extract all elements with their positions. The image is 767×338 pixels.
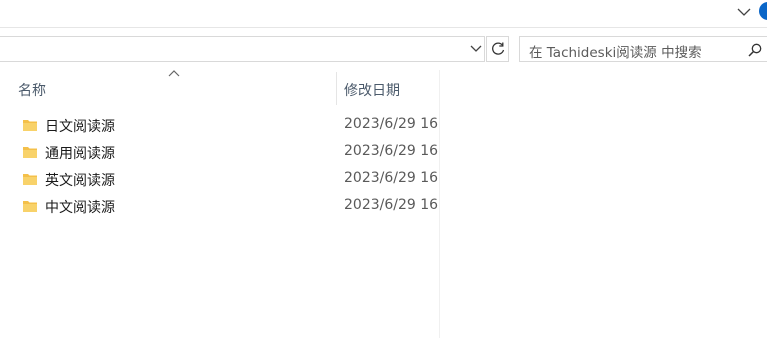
sort-ascending-icon [168,70,180,77]
list-item[interactable]: 英文阅读源 2023/6/29 16: [10,167,439,194]
folder-date-modified: 2023/6/29 16: [344,116,439,132]
folder-date-modified: 2023/6/29 16: [344,197,439,213]
refresh-icon [491,42,504,55]
folder-icon [23,201,37,212]
folder-name: 中文阅读源 [45,200,115,216]
folder-date-modified: 2023/6/29 16: [344,170,439,186]
refresh-button[interactable] [486,36,509,62]
column-header-name[interactable]: 名称 [18,80,46,100]
list-item[interactable]: 中文阅读源 2023/6/29 16: [10,194,439,221]
search-input[interactable]: 在 Tachideski阅读源 中搜索 [519,36,767,62]
folder-name: 日文阅读源 [45,119,115,135]
column-divider[interactable] [336,72,337,105]
search-icon[interactable] [747,42,763,58]
ribbon-strip [0,0,767,28]
list-item[interactable]: 日文阅读源 2023/6/29 16: [10,113,439,140]
folder-name: 英文阅读源 [45,173,115,189]
folder-name: 通用阅读源 [45,146,115,162]
folder-icon [23,147,37,158]
column-header-date-modified[interactable]: 修改日期 [344,80,400,100]
list-divider [439,70,440,338]
expand-ribbon-chevron-icon[interactable] [734,2,754,22]
folder-date-modified: 2023/6/29 16: [344,143,439,159]
folder-icon [23,120,37,131]
list-item[interactable]: 通用阅读源 2023/6/29 16: [10,140,439,167]
search-placeholder: 在 Tachideski阅读源 中搜索 [529,45,702,61]
address-dropdown-chevron-icon[interactable] [467,40,485,58]
folder-icon [23,174,37,185]
address-bar[interactable] [0,36,485,62]
